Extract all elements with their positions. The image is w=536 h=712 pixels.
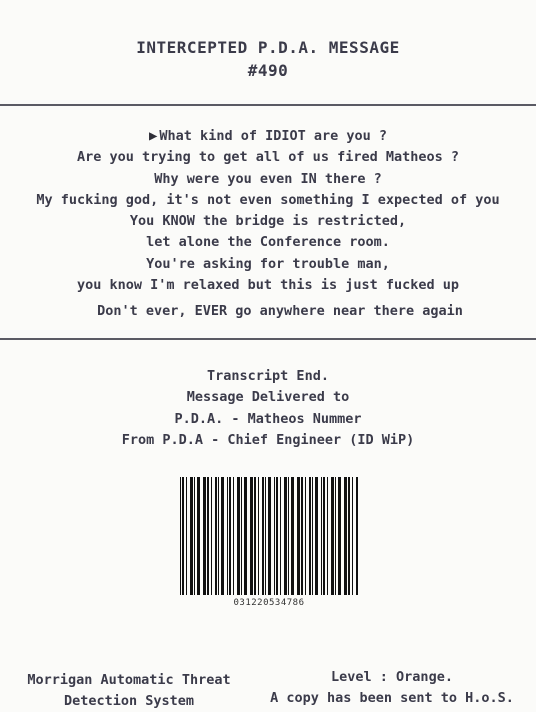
barcode-bar bbox=[203, 477, 206, 595]
message-line: You KNOW the bridge is restricted, bbox=[129, 213, 407, 230]
barcode-bar bbox=[344, 477, 347, 595]
barcode-bar bbox=[301, 477, 303, 595]
barcode: 031220534786 bbox=[178, 477, 360, 613]
barcode-bar bbox=[218, 477, 219, 595]
message-line: You're asking for trouble man, bbox=[146, 255, 390, 272]
message-line: Why were you even IN there ? bbox=[154, 170, 382, 187]
barcode-bar bbox=[315, 477, 318, 595]
barcode-icon bbox=[180, 477, 358, 595]
barcode-bar bbox=[323, 477, 325, 595]
barcode-bar bbox=[211, 477, 212, 595]
threat-level: Level : Orange. bbox=[331, 669, 453, 685]
system-name-line2: Detection System bbox=[63, 693, 195, 709]
barcode-bar bbox=[197, 477, 200, 595]
barcode-bar bbox=[244, 477, 247, 595]
barcode-bar bbox=[227, 477, 228, 595]
system-name-line1: Morrigan Automatic Threat bbox=[27, 672, 231, 688]
page-title: INTERCEPTED P.D.A. MESSAGE bbox=[136, 38, 400, 57]
copy-notice: A copy has been sent to H.o.S. bbox=[270, 690, 514, 706]
right-triangle-icon: ▶ bbox=[148, 128, 158, 144]
barcode-bar bbox=[194, 477, 195, 595]
recipient: P.D.A. - Matheos Nummer bbox=[174, 410, 362, 427]
barcode-bar bbox=[258, 477, 259, 595]
barcode-bar bbox=[186, 477, 187, 595]
message-line: you know I'm relaxed but this is just fu… bbox=[76, 277, 459, 294]
message-line: Don't ever, EVER go anywhere near there … bbox=[97, 303, 463, 320]
barcode-bar bbox=[309, 477, 311, 595]
barcode-bar bbox=[321, 477, 322, 595]
barcode-bar bbox=[297, 477, 300, 595]
barcode-bar bbox=[348, 477, 350, 595]
message-line: My fucking god, it's not even something … bbox=[36, 191, 500, 208]
threat-level-info: Level : Orange. A copy has been sent to … bbox=[252, 667, 532, 709]
barcode-bar bbox=[221, 477, 224, 595]
barcode-bar bbox=[305, 477, 306, 595]
barcode-bar bbox=[291, 477, 294, 595]
barcode-bar bbox=[356, 477, 358, 595]
message-line: Are you trying to get all of us fired Ma… bbox=[76, 149, 459, 166]
detection-system-label: Morrigan Automatic Threat Detection Syst… bbox=[4, 670, 254, 712]
barcode-bar bbox=[241, 477, 242, 595]
barcode-bar bbox=[250, 477, 253, 595]
barcode-bar bbox=[180, 477, 181, 595]
barcode-bar bbox=[190, 477, 193, 595]
message-number: #490 bbox=[247, 61, 289, 80]
divider-top bbox=[0, 104, 536, 106]
barcode-bar bbox=[331, 477, 334, 595]
barcode-bar bbox=[312, 477, 313, 595]
message-body: ▶ What kind of IDIOT are you ? Are you tr… bbox=[0, 126, 536, 323]
barcode-bar bbox=[274, 477, 275, 595]
barcode-bar bbox=[284, 477, 287, 595]
message-line: let alone the Conference room. bbox=[146, 234, 390, 251]
barcode-bar bbox=[229, 477, 231, 595]
barcode-bar bbox=[276, 477, 278, 595]
barcode-bar bbox=[237, 477, 240, 595]
barcode-bar bbox=[254, 477, 256, 595]
transcript-end: Transcript End. bbox=[207, 368, 329, 384]
document-header: INTERCEPTED P.D.A. MESSAGE #490 bbox=[0, 36, 536, 82]
barcode-number: 031220534786 bbox=[233, 598, 305, 608]
barcode-bar bbox=[215, 477, 217, 595]
barcode-bar bbox=[280, 477, 281, 595]
barcode-bar bbox=[233, 477, 234, 595]
barcode-bar bbox=[288, 477, 289, 595]
barcode-bar bbox=[338, 477, 341, 595]
divider-bottom bbox=[0, 338, 536, 340]
sender: From P.D.A - Chief Engineer (ID WiP) bbox=[121, 431, 415, 448]
transcript-info: Transcript End. Message Delivered to P.D… bbox=[0, 366, 536, 451]
barcode-bar bbox=[207, 477, 209, 595]
barcode-bar bbox=[335, 477, 336, 595]
barcode-bar bbox=[352, 477, 353, 595]
barcode-bar bbox=[262, 477, 264, 595]
barcode-bar bbox=[182, 477, 184, 595]
barcode-bar bbox=[265, 477, 266, 595]
message-line: ▶ What kind of IDIOT are you ? bbox=[148, 128, 387, 144]
delivered-label: Message Delivered to bbox=[186, 389, 350, 406]
barcode-bar bbox=[268, 477, 271, 595]
barcode-bar bbox=[327, 477, 328, 595]
